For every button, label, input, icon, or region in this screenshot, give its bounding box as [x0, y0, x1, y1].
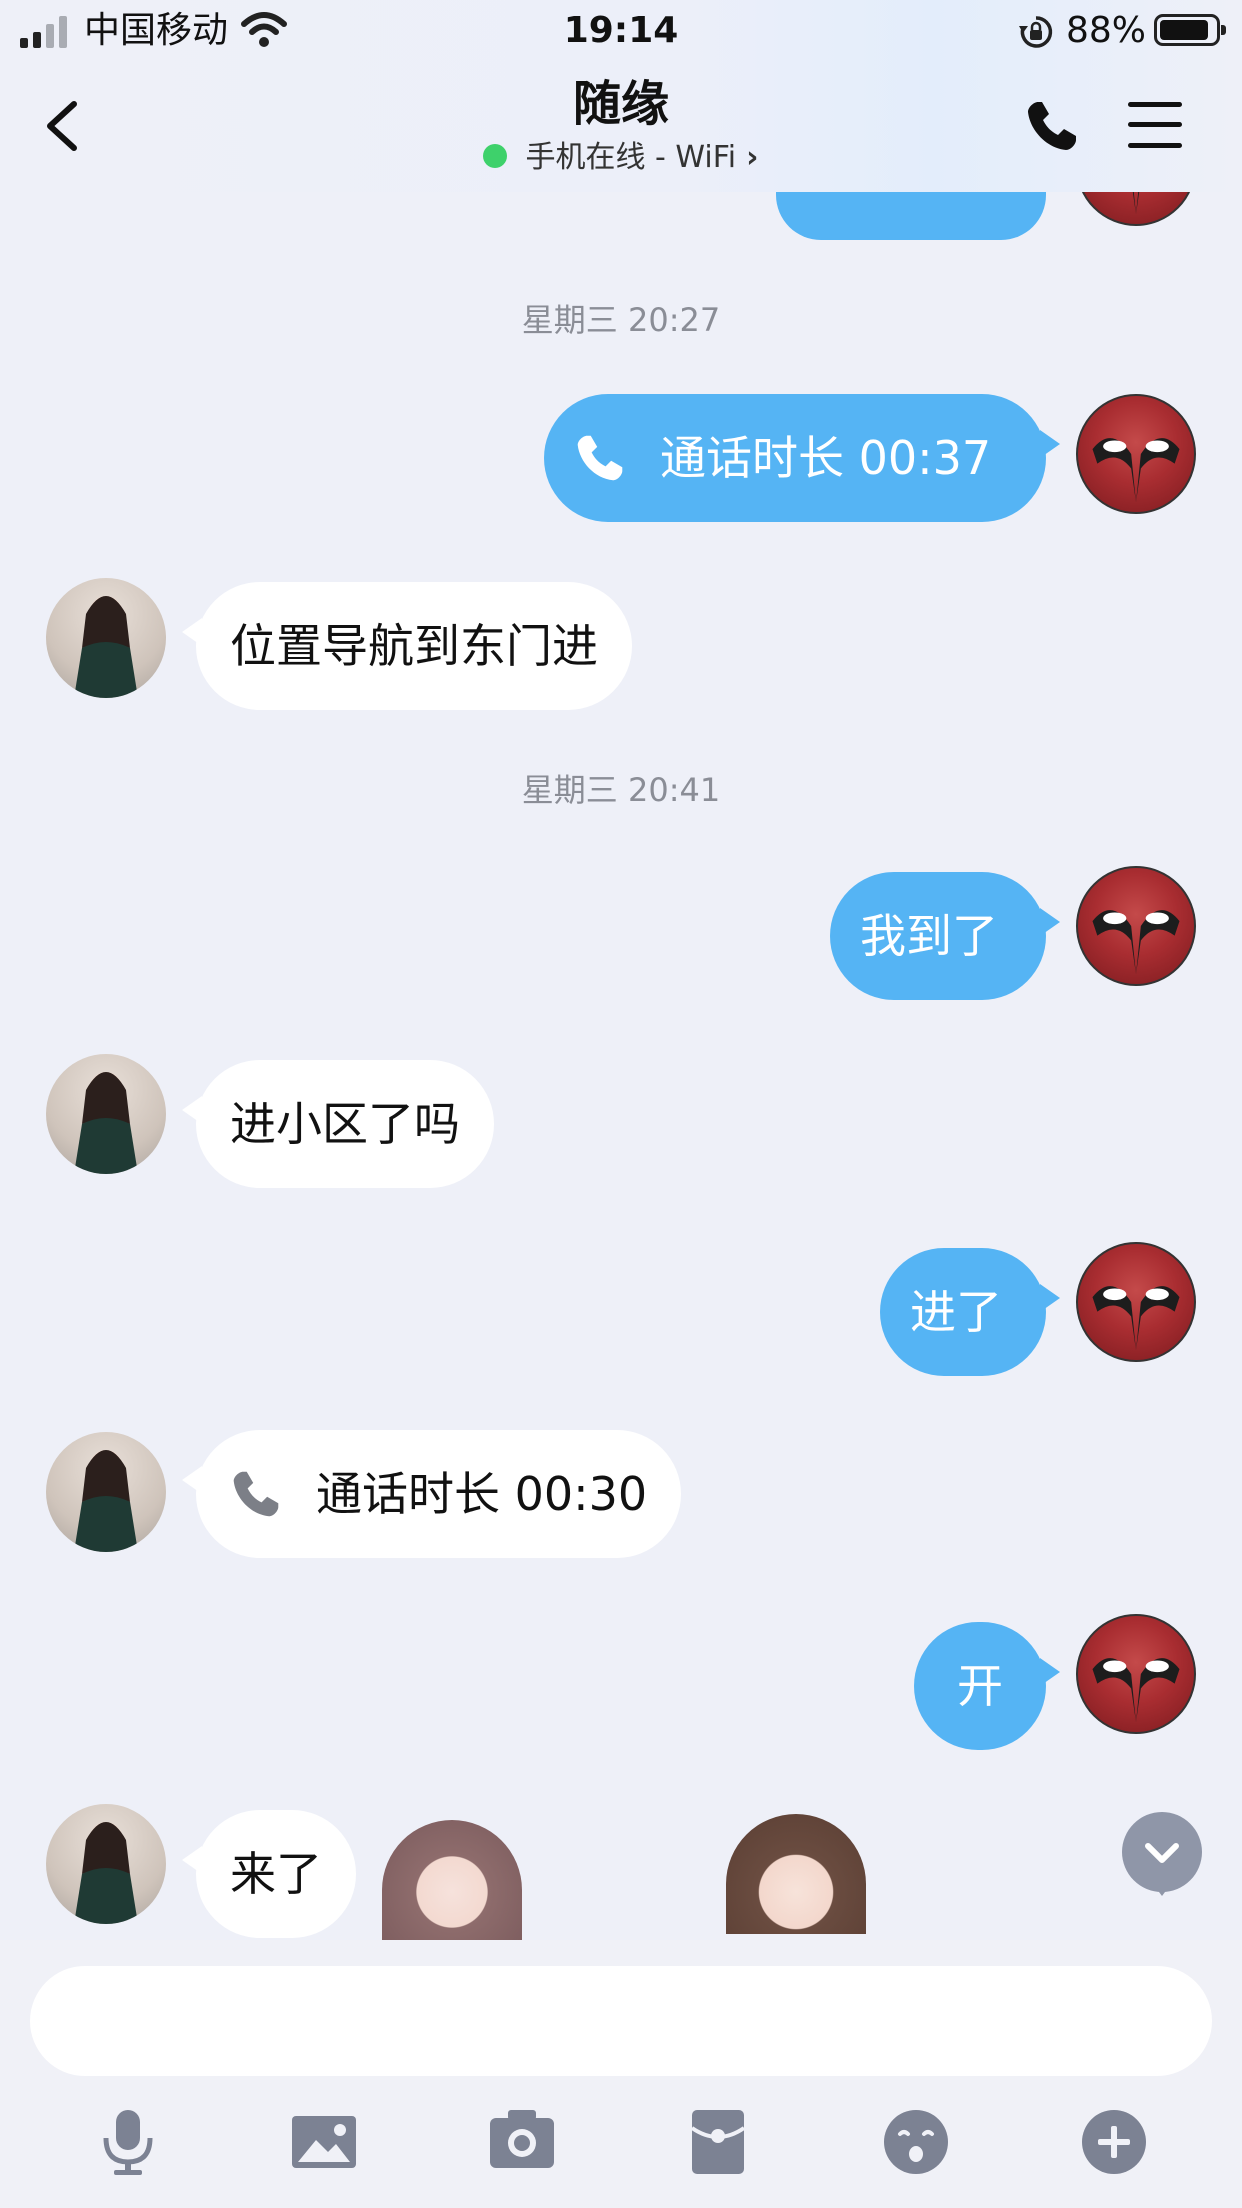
- online-dot-icon: [483, 143, 508, 168]
- chevron-down-icon: [1145, 1843, 1179, 1863]
- timestamp: 星期三 20:27: [521, 301, 721, 339]
- menu-button[interactable]: [1128, 100, 1184, 150]
- input-area: [0, 1940, 1242, 2208]
- my-avatar[interactable]: [1076, 394, 1196, 514]
- phone-icon: [233, 1471, 279, 1517]
- camera-icon[interactable]: [486, 2106, 558, 2178]
- message-text: 开: [957, 1659, 1003, 1713]
- battery-percent: 88%: [1066, 10, 1147, 51]
- call-record-bubble[interactable]: 通话时长 00:30: [181, 1430, 682, 1558]
- message-bubble[interactable]: 来了: [182, 1810, 356, 1938]
- image-icon[interactable]: [288, 2106, 360, 2178]
- anime-girl-sticker[interactable]: [382, 1820, 522, 1940]
- call-duration-text: 通话时长 00:30: [316, 1467, 648, 1521]
- message-bubble[interactable]: 位置导航到东门进: [182, 582, 632, 710]
- message-text: 位置导航到东门进: [230, 619, 598, 673]
- battery-icon: [1154, 14, 1226, 46]
- status-bar: 中国移动 19:14 88%: [0, 0, 1242, 62]
- emoji-icon[interactable]: [880, 2106, 952, 2178]
- contact-avatar[interactable]: [46, 1054, 166, 1174]
- contact-avatar[interactable]: [46, 1804, 166, 1924]
- message-input[interactable]: [30, 1966, 1212, 2076]
- my-avatar[interactable]: [1076, 1242, 1196, 1362]
- orientation-lock-icon: [1019, 16, 1053, 48]
- phone-icon: [577, 435, 623, 481]
- online-status-text: 手机在线 - WiFi: [525, 140, 737, 175]
- message-text: 来了: [230, 1847, 322, 1901]
- anime-boy-sticker[interactable]: [726, 1814, 866, 1934]
- call-duration-text: 通话时长 00:37: [660, 431, 992, 485]
- my-avatar[interactable]: [1076, 1614, 1196, 1734]
- plus-icon[interactable]: [1078, 2106, 1150, 2178]
- message-text: 我到了: [860, 909, 998, 963]
- clock: 19:14: [563, 10, 679, 51]
- phone-call-button[interactable]: [1024, 98, 1080, 154]
- microphone-icon[interactable]: [92, 2106, 164, 2178]
- timestamp: 星期三 20:41: [521, 771, 721, 809]
- red-packet-icon[interactable]: [682, 2106, 754, 2178]
- message-bubble[interactable]: 进了: [880, 1248, 1060, 1376]
- message-text: 进小区了吗: [230, 1097, 460, 1151]
- message-bubble[interactable]: 进小区了吗: [182, 1060, 494, 1188]
- chevron-right-icon: ›: [746, 140, 759, 175]
- message-text: 进了: [910, 1285, 1002, 1339]
- scroll-to-bottom-button[interactable]: [1122, 1812, 1202, 1896]
- message-bubble[interactable]: 我到了: [830, 872, 1060, 1000]
- my-avatar[interactable]: [1076, 866, 1196, 986]
- contact-avatar[interactable]: [46, 1432, 166, 1552]
- contact-avatar[interactable]: [46, 578, 166, 698]
- message-bubble[interactable]: 开: [914, 1622, 1060, 1750]
- call-record-bubble[interactable]: 通话时长 00:37: [544, 394, 1060, 522]
